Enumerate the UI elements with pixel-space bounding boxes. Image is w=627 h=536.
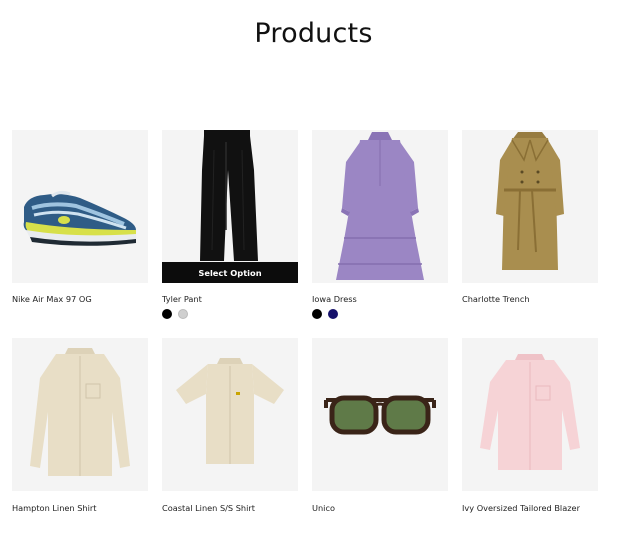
select-option-button[interactable]: Select Option bbox=[162, 262, 298, 283]
linen-shirt-icon bbox=[30, 348, 130, 476]
product-image[interactable] bbox=[12, 130, 148, 283]
color-swatches bbox=[312, 309, 338, 319]
product-name[interactable]: Charlotte Trench bbox=[462, 294, 530, 304]
product-name[interactable]: Hampton Linen Shirt bbox=[12, 503, 96, 513]
product-card[interactable]: Coastal Linen S/S Shirt bbox=[162, 338, 298, 513]
product-image[interactable]: Select Option bbox=[162, 130, 298, 283]
product-card[interactable]: Select Option Tyler Pant bbox=[162, 130, 298, 319]
product-image[interactable] bbox=[12, 338, 148, 491]
product-image[interactable] bbox=[312, 130, 448, 283]
product-name[interactable]: Unico bbox=[312, 503, 335, 513]
product-card[interactable]: Unico bbox=[312, 338, 448, 513]
product-card[interactable]: Charlotte Trench bbox=[462, 130, 598, 304]
black-pants-icon bbox=[200, 130, 258, 261]
product-image[interactable] bbox=[162, 338, 298, 491]
swatch-black[interactable] bbox=[162, 309, 172, 319]
product-card[interactable]: Nike Air Max 97 OG bbox=[12, 130, 148, 304]
trench-coat-icon bbox=[496, 132, 564, 270]
product-card[interactable]: Hampton Linen Shirt bbox=[12, 338, 148, 513]
short-sleeve-shirt-icon bbox=[176, 358, 284, 464]
product-card[interactable]: Ivy Oversized Tailored Blazer bbox=[462, 338, 598, 513]
product-name[interactable]: Coastal Linen S/S Shirt bbox=[162, 503, 255, 513]
product-image[interactable] bbox=[462, 338, 598, 491]
swatch-navy[interactable] bbox=[328, 309, 338, 319]
pink-shirt-icon bbox=[480, 354, 580, 470]
purple-dress-icon bbox=[336, 132, 424, 280]
page-title: Products bbox=[254, 18, 373, 49]
product-name[interactable]: Nike Air Max 97 OG bbox=[12, 294, 92, 304]
swatch-black[interactable] bbox=[312, 309, 322, 319]
product-name[interactable]: Iowa Dress bbox=[312, 294, 357, 304]
color-swatches bbox=[162, 309, 188, 319]
product-image[interactable] bbox=[462, 130, 598, 283]
swatch-grey[interactable] bbox=[178, 309, 188, 319]
product-card[interactable]: Iowa Dress bbox=[312, 130, 448, 319]
product-image[interactable] bbox=[312, 338, 448, 491]
product-name[interactable]: Tyler Pant bbox=[162, 294, 202, 304]
sunglasses-icon bbox=[324, 395, 436, 435]
sneaker-icon bbox=[23, 190, 137, 246]
product-name[interactable]: Ivy Oversized Tailored Blazer bbox=[462, 503, 580, 513]
